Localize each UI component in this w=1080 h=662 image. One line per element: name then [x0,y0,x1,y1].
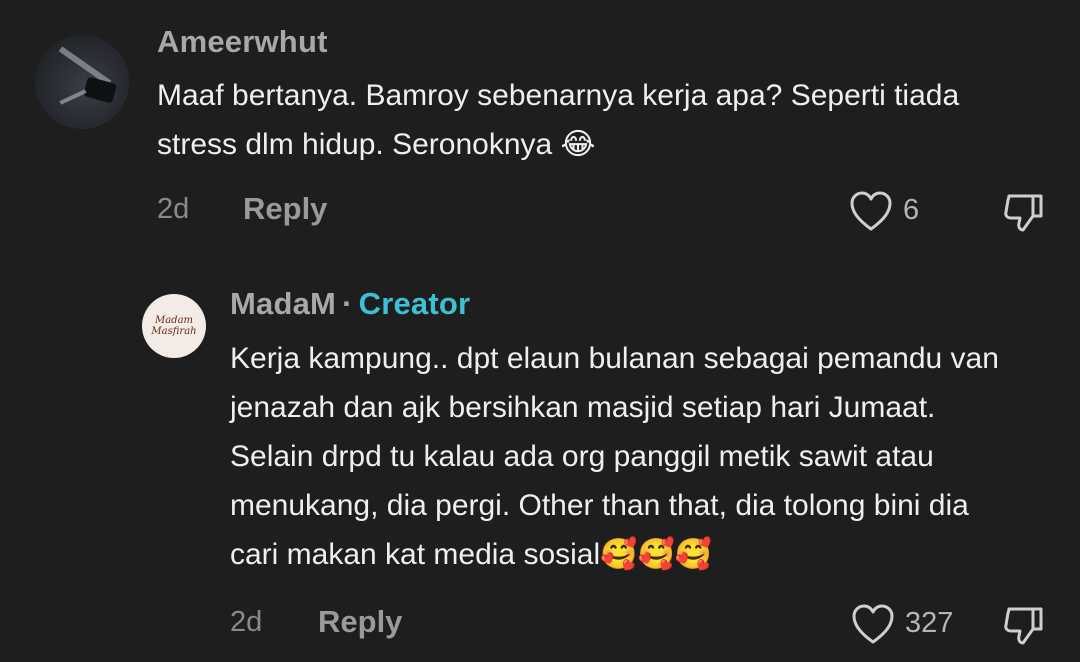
creator-badge: Creator [358,286,471,321]
comment-text-line: Maaf bertanya. Bamroy sebenarnya kerja a… [157,79,960,112]
comment-text-line: stress dlm hidup. Seronoknya [157,128,553,161]
reply-text: Kerja kampung.. dpt elaun bulanan sebaga… [230,334,1070,579]
reply-username-row: MadaM · Creator [230,286,470,322]
reply-text-line: jenazah dan ajk bersihkan masjid setiap … [230,391,936,424]
avatar-logo-text: Madam [154,315,194,326]
reply-button[interactable]: Reply [318,604,402,640]
commenter-avatar[interactable] [35,35,129,129]
comment-timestamp: 2d [157,193,190,225]
avatar-logo-text: Masfirah [151,326,197,337]
reply-username[interactable]: MadaM [230,286,336,321]
reply-text-line: cari makan kat media sosial [230,538,601,571]
reply-button[interactable]: Reply [243,191,327,227]
commenter-username[interactable]: Ameerwhut [157,24,328,60]
smiling-hearts-emoji: 🥰🥰🥰 [600,537,713,572]
heart-outline-icon[interactable] [851,604,895,646]
reply-text-line: Kerja kampung.. dpt elaun bulanan sebaga… [230,342,999,375]
heart-outline-icon[interactable] [849,191,893,233]
thumbs-down-icon[interactable] [1001,603,1047,647]
reply-timestamp: 2d [230,606,263,638]
thumbs-down-icon[interactable] [1001,190,1047,234]
separator-dot: · [342,286,353,321]
laughing-emoji: 😂 [560,127,596,162]
like-count: 327 [905,607,954,639]
comment-text: Maaf bertanya. Bamroy sebenarnya kerja a… [157,71,1057,169]
reply-text-line: menukang, dia pergi. Other than that, di… [230,489,969,522]
creator-avatar[interactable]: Madam Masfirah [142,294,206,358]
reply-text-line: Selain drpd tu kalau ada org panggil met… [230,440,934,473]
like-count: 6 [903,194,920,226]
